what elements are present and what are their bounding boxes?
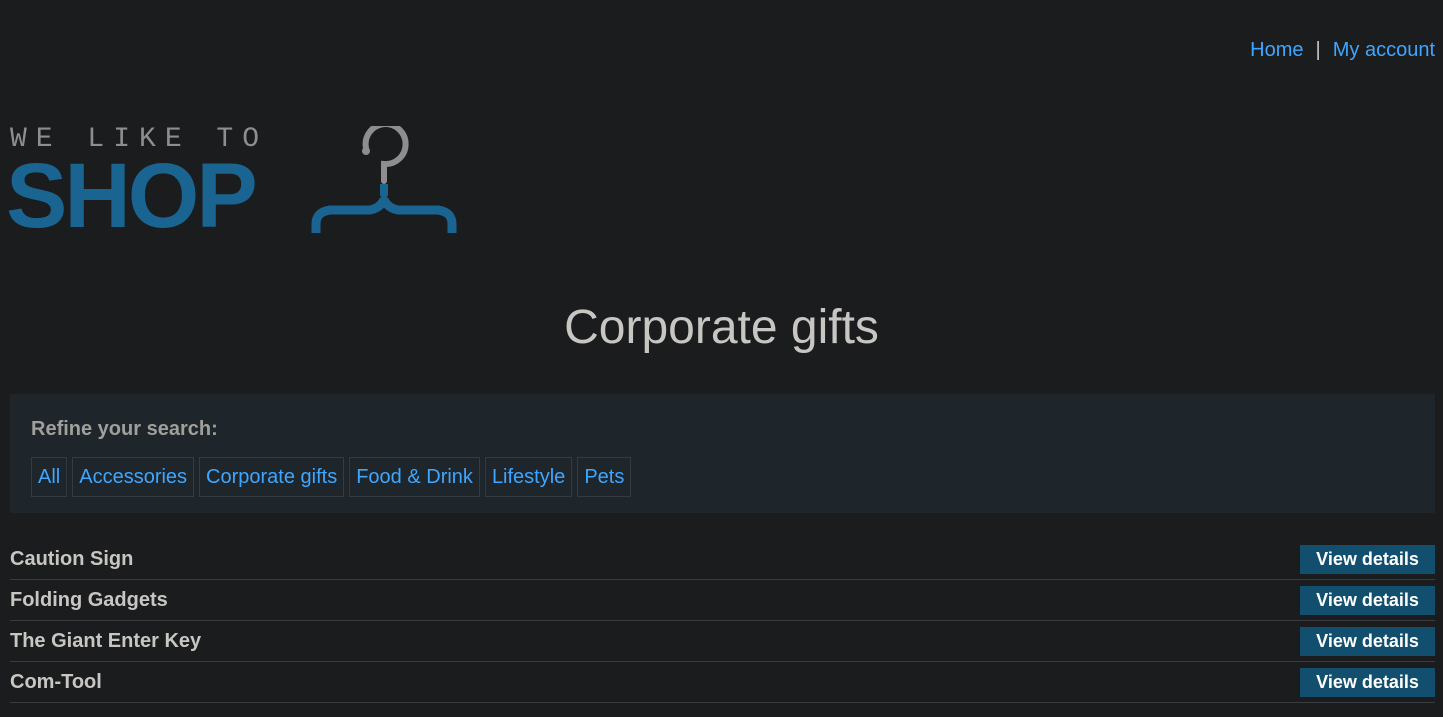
table-row: Caution Sign View details	[10, 539, 1435, 580]
category-filters: All Accessories Corporate gifts Food & D…	[31, 457, 1414, 497]
view-details-button[interactable]: View details	[1300, 667, 1435, 697]
product-name: Com-Tool	[10, 670, 102, 693]
product-name: Folding Gadgets	[10, 588, 168, 611]
filter-food-drink[interactable]: Food & Drink	[349, 457, 480, 497]
filter-lifestyle[interactable]: Lifestyle	[484, 457, 573, 497]
filter-accessories[interactable]: Accessories	[72, 457, 195, 497]
table-row: Com-Tool View details	[10, 662, 1435, 703]
home-link[interactable]: Home	[1250, 38, 1303, 62]
product-name: Caution Sign	[10, 547, 134, 570]
filter-corporate-gifts[interactable]: Corporate gifts	[199, 457, 345, 497]
table-row: Folding Gadgets View details	[10, 580, 1435, 621]
nav-separator: |	[1315, 39, 1321, 61]
view-details-button[interactable]: View details	[1300, 544, 1435, 574]
product-name: The Giant Enter Key	[10, 629, 202, 652]
product-list: Caution Sign View details Folding Gadget…	[10, 539, 1435, 703]
logo-wordmark: SHOP	[6, 145, 258, 247]
site-logo[interactable]: WE LIKE TO SHOP	[6, 126, 457, 242]
filter-pets[interactable]: Pets	[577, 457, 632, 497]
page-title: Corporate gifts	[564, 301, 879, 354]
table-row: The Giant Enter Key View details	[10, 621, 1435, 662]
my-account-link[interactable]: My account	[1333, 38, 1435, 62]
filter-all[interactable]: All	[31, 457, 68, 497]
top-nav: Home | My account	[1250, 38, 1435, 62]
refine-search-panel: Refine your search: All Accessories Corp…	[10, 394, 1435, 513]
refine-label: Refine your search:	[31, 418, 218, 440]
view-details-button[interactable]: View details	[1300, 626, 1435, 656]
hanger-icon	[311, 126, 457, 233]
view-details-button[interactable]: View details	[1300, 585, 1435, 615]
